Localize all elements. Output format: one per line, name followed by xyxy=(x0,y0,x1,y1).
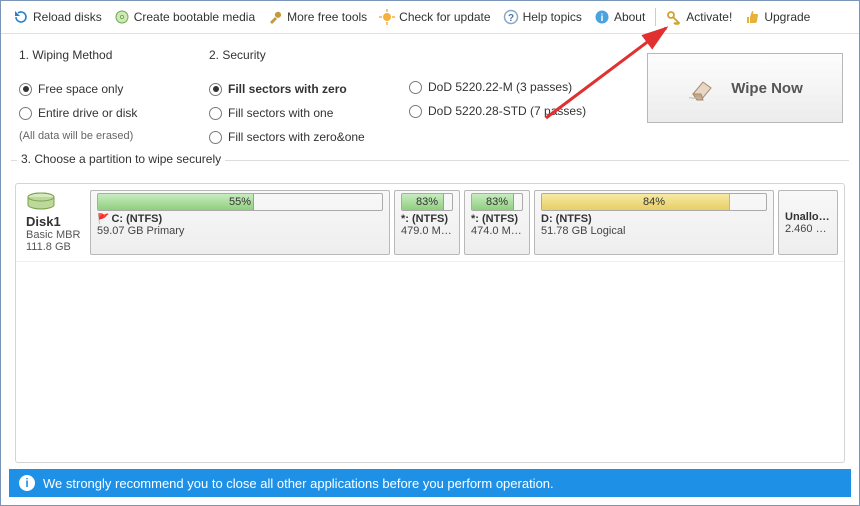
disk-type: Basic MBR xyxy=(26,229,82,241)
radio-free-space-only[interactable]: Free space only xyxy=(19,82,199,96)
partition[interactable]: 83% *: (NTFS)479.0 MB P. xyxy=(394,190,460,255)
activate-button[interactable]: Activate! xyxy=(662,7,736,27)
section-security-title: 2. Security xyxy=(209,48,399,62)
toolbar-label: Create bootable media xyxy=(134,10,255,24)
disk-info[interactable]: Disk1 Basic MBR 111.8 GB xyxy=(22,190,86,255)
reload-icon xyxy=(13,9,29,25)
sun-icon xyxy=(379,9,395,25)
thumbs-up-icon xyxy=(744,9,760,25)
choose-partition-section: 3. Choose a partition to wipe securely xyxy=(11,160,849,179)
recommendation-bar: i We strongly recommend you to close all… xyxy=(9,469,851,497)
partition-title: 🚩C: (NTFS) xyxy=(97,213,383,225)
disk-size: 111.8 GB xyxy=(26,241,82,253)
toolbar-label: Activate! xyxy=(686,10,732,24)
partition-subtitle: 59.07 GB Primary xyxy=(97,225,383,237)
toolbar-label: Reload disks xyxy=(33,10,102,24)
usage-percent: 84% xyxy=(542,194,766,210)
usage-bar: 55% xyxy=(97,193,383,211)
create-bootable-button[interactable]: Create bootable media xyxy=(110,7,259,27)
wiping-note: (All data will be erased) xyxy=(19,130,199,142)
toolbar-label: Upgrade xyxy=(764,10,810,24)
radio-icon xyxy=(409,105,422,118)
usage-bar: 84% xyxy=(541,193,767,211)
radio-dod-std[interactable]: DoD 5220.28-STD (7 passes) xyxy=(409,104,609,118)
tools-icon xyxy=(267,9,283,25)
partition-title: *: (NTFS) xyxy=(471,213,523,225)
eraser-icon xyxy=(687,74,717,102)
radio-fill-one[interactable]: Fill sectors with one xyxy=(209,106,399,120)
radio-fill-zero[interactable]: Fill sectors with zero xyxy=(209,82,399,96)
radio-icon xyxy=(209,83,222,96)
help-icon: ? xyxy=(503,9,519,25)
wipe-now-button[interactable]: Wipe Now xyxy=(647,53,843,123)
partition-subtitle: 51.78 GB Logical xyxy=(541,225,767,237)
disk-row: Disk1 Basic MBR 111.8 GB 55% 🚩C: (NTFS)59… xyxy=(16,184,844,262)
usage-percent: 83% xyxy=(402,194,452,210)
section-wiping-title: 1. Wiping Method xyxy=(19,48,199,62)
radio-label: Fill sectors with one xyxy=(228,106,333,120)
disk-name: Disk1 xyxy=(26,214,82,229)
radio-label: Free space only xyxy=(38,82,123,96)
radio-label: Fill sectors with zero xyxy=(228,82,347,96)
radio-dod-m[interactable]: DoD 5220.22-M (3 passes) xyxy=(409,80,609,94)
radio-icon xyxy=(209,107,222,120)
section-choose-title: 3. Choose a partition to wipe securely xyxy=(17,152,225,166)
radio-icon xyxy=(209,131,222,144)
reload-disks-button[interactable]: Reload disks xyxy=(9,7,106,27)
radio-icon xyxy=(409,81,422,94)
partition-subtitle: 474.0 MB P. xyxy=(471,225,523,237)
wipe-now-label: Wipe Now xyxy=(731,80,803,97)
upgrade-button[interactable]: Upgrade xyxy=(740,7,814,27)
partition-subtitle: 2.460 MB xyxy=(785,223,831,235)
radio-label: Entire drive or disk xyxy=(38,106,137,120)
usage-bar: 83% xyxy=(401,193,453,211)
partition-subtitle: 479.0 MB P. xyxy=(401,225,453,237)
about-button[interactable]: i About xyxy=(590,7,649,27)
flag-icon: 🚩 xyxy=(97,214,109,225)
toolbar-label: About xyxy=(614,10,645,24)
radio-label: Fill sectors with zero&one xyxy=(228,130,365,144)
radio-label: DoD 5220.22-M (3 passes) xyxy=(428,80,572,94)
radio-icon xyxy=(19,107,32,120)
partition[interactable]: 84% D: (NTFS)51.78 GB Logical xyxy=(534,190,774,255)
partition[interactable]: Unalloca..2.460 MB xyxy=(778,190,838,255)
info-icon: i xyxy=(594,9,610,25)
toolbar-label: Help topics xyxy=(523,10,582,24)
key-icon xyxy=(666,9,682,25)
toolbar: Reload disks Create bootable media More … xyxy=(1,1,859,34)
svg-text:?: ? xyxy=(508,13,514,24)
partition[interactable]: 83% *: (NTFS)474.0 MB P. xyxy=(464,190,530,255)
radio-icon xyxy=(19,83,32,96)
info-circle-icon: i xyxy=(19,475,35,491)
partition-title: D: (NTFS) xyxy=(541,213,767,225)
svg-text:i: i xyxy=(601,13,604,24)
disk-icon xyxy=(26,192,56,212)
check-update-button[interactable]: Check for update xyxy=(375,7,494,27)
disk-list: Disk1 Basic MBR 111.8 GB 55% 🚩C: (NTFS)59… xyxy=(15,183,845,463)
usage-percent: 55% xyxy=(98,194,382,210)
partition-title: *: (NTFS) xyxy=(401,213,453,225)
recommendation-text: We strongly recommend you to close all o… xyxy=(43,476,554,491)
toolbar-separator xyxy=(655,8,656,26)
disc-icon xyxy=(114,9,130,25)
usage-bar: 83% xyxy=(471,193,523,211)
radio-fill-zero-one[interactable]: Fill sectors with zero&one xyxy=(209,130,399,144)
usage-percent: 83% xyxy=(472,194,522,210)
partition[interactable]: 55% 🚩C: (NTFS)59.07 GB Primary xyxy=(90,190,390,255)
help-button[interactable]: ? Help topics xyxy=(499,7,586,27)
partition-title: Unalloca.. xyxy=(785,211,831,223)
toolbar-label: Check for update xyxy=(399,10,490,24)
more-tools-button[interactable]: More free tools xyxy=(263,7,371,27)
toolbar-label: More free tools xyxy=(287,10,367,24)
radio-label: DoD 5220.28-STD (7 passes) xyxy=(428,104,586,118)
radio-entire-drive[interactable]: Entire drive or disk xyxy=(19,106,199,120)
